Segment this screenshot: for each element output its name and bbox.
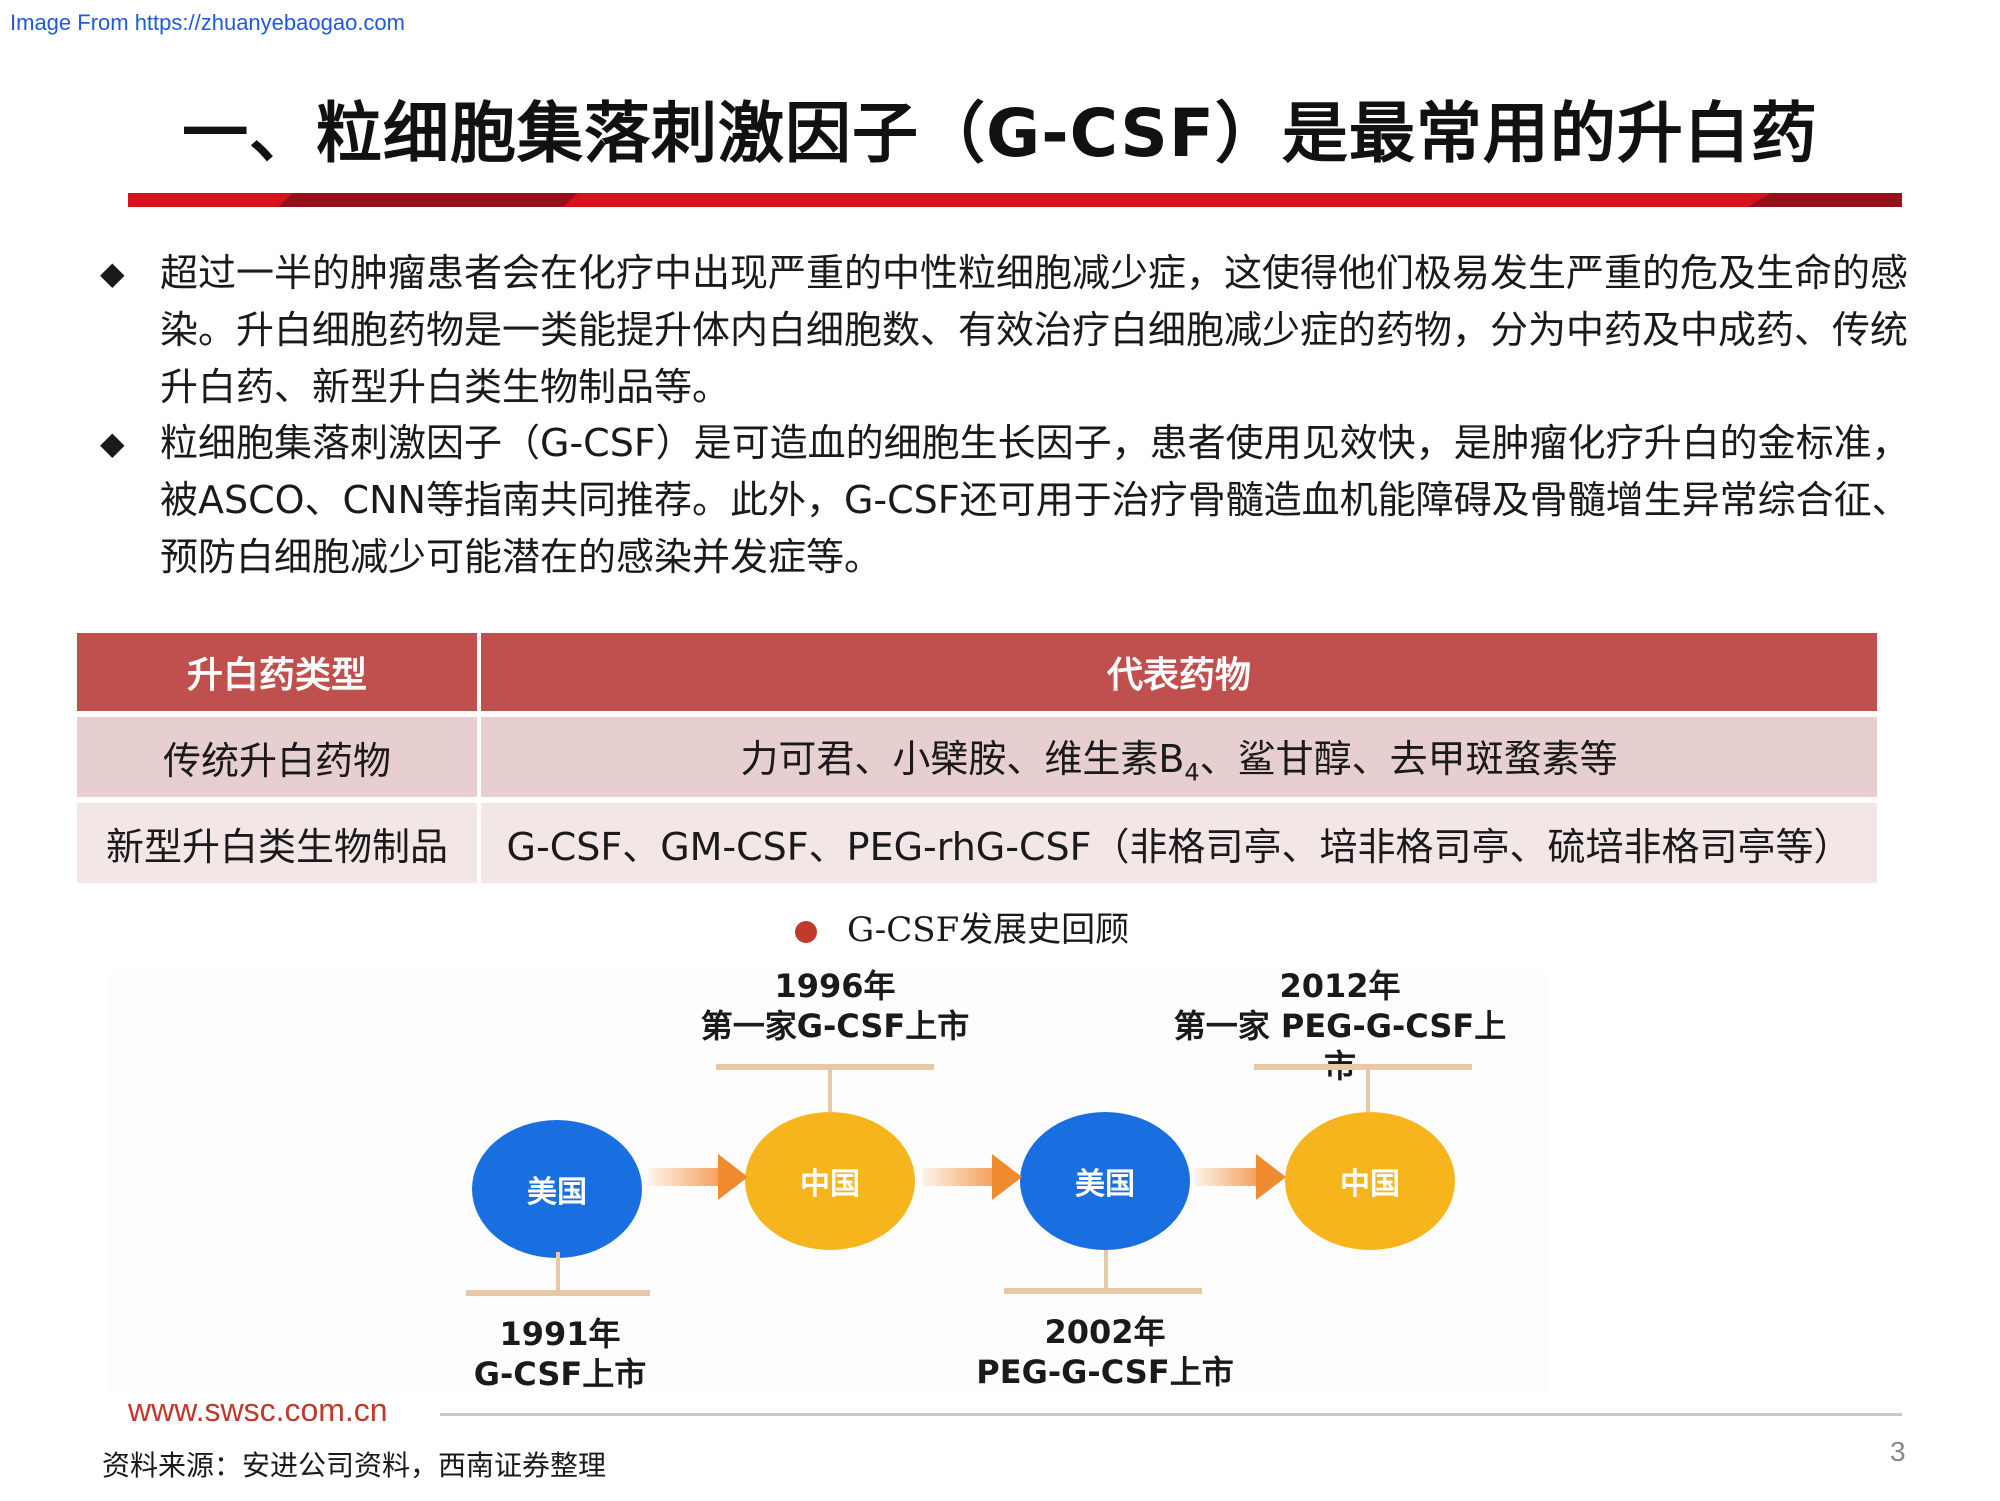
connector-line xyxy=(716,1064,934,1070)
drugs-text: 力可君、小檗胺、维生素B xyxy=(740,736,1185,781)
drug-type-table: 升白药类型 代表药物 传统升白药物 力可君、小檗胺、维生素B4、鲨甘醇、去甲斑蝥… xyxy=(77,633,1877,883)
node-china-1996: 中国 xyxy=(745,1112,915,1250)
page-number: 3 xyxy=(1890,1436,1906,1467)
connector-line xyxy=(1254,1064,1472,1070)
arrow-right-icon xyxy=(1194,1154,1286,1200)
timeline-title-text: G-CSF发展史回顾 xyxy=(847,910,1130,950)
node-usa-2002: 美国 xyxy=(1020,1112,1190,1250)
node-usa-1991: 美国 xyxy=(472,1120,642,1258)
source-link[interactable]: Image From https://zhuanyebaogao.com xyxy=(10,10,405,36)
table-header-row: 升白药类型 代表药物 xyxy=(77,633,1877,711)
event-desc: PEG-G-CSF上市 xyxy=(976,1353,1234,1391)
table-cell-drugs: G-CSF、GM-CSF、PEG-rhG-CSF（非格司亭、培非格司亭、硫培非格… xyxy=(481,797,1877,883)
page-title: 一、粒细胞集落刺激因子（G-CSF）是最常用的升白药 xyxy=(182,95,1818,172)
connector-line xyxy=(466,1290,650,1296)
table-cell-type: 新型升白类生物制品 xyxy=(77,797,481,883)
connector-line xyxy=(1004,1288,1202,1294)
table-header-type: 升白药类型 xyxy=(77,633,481,711)
table-header-drugs: 代表药物 xyxy=(481,633,1877,711)
table-row: 新型升白类生物制品 G-CSF、GM-CSF、PEG-rhG-CSF（非格司亭、… xyxy=(77,797,1877,883)
event-desc: G-CSF上市 xyxy=(473,1355,647,1393)
event-year: 1996年 xyxy=(774,967,896,1005)
diamond-bullet-icon: ◆ xyxy=(100,254,125,292)
drugs-text-continued: 、鲨甘醇、去甲斑蝥素等 xyxy=(1199,736,1618,781)
diamond-bullet-icon: ◆ xyxy=(100,424,125,462)
source-note: 资料来源：安进公司资料，西南证券整理 xyxy=(102,1449,607,1482)
event-label-1991: 1991年 G-CSF上市 xyxy=(440,1314,680,1394)
event-year: 1991年 xyxy=(499,1315,621,1353)
connector-line xyxy=(1104,1250,1108,1290)
bullet-text: 超过一半的肿瘤患者会在化疗中出现严重的中性粒细胞减少症，这使得他们极易发生严重的… xyxy=(160,251,1909,409)
title-underline-bar xyxy=(128,193,1902,207)
event-label-1996: 1996年 第一家G-CSF上市 xyxy=(700,966,970,1046)
connector-line xyxy=(1366,1064,1370,1112)
event-year: 2002年 xyxy=(1044,1313,1166,1351)
timeline-title: G-CSF发展史回顾 xyxy=(795,902,1129,951)
connector-line xyxy=(556,1252,560,1292)
bullet-text: 粒细胞集落刺激因子（G-CSF）是可造血的细胞生长因子，患者使用见效快，是肿瘤化… xyxy=(160,421,1910,579)
subscript: 4 xyxy=(1184,758,1200,787)
node-china-2012: 中国 xyxy=(1285,1112,1455,1250)
bullet-paragraph-1: ◆ 超过一半的肿瘤患者会在化疗中出现严重的中性粒细胞减少症，这使得他们极易发生严… xyxy=(100,245,1940,416)
footer-divider xyxy=(440,1413,1902,1416)
table-cell-drugs: 力可君、小檗胺、维生素B4、鲨甘醇、去甲斑蝥素等 xyxy=(481,711,1877,797)
red-dot-icon xyxy=(795,921,817,943)
event-year: 2012年 xyxy=(1279,967,1401,1005)
table-cell-type: 传统升白药物 xyxy=(77,711,481,797)
connector-line xyxy=(828,1064,832,1112)
event-desc: 第一家G-CSF上市 xyxy=(700,1007,970,1045)
arrow-right-icon xyxy=(922,1154,1022,1200)
table-row: 传统升白药物 力可君、小檗胺、维生素B4、鲨甘醇、去甲斑蝥素等 xyxy=(77,711,1877,797)
arrow-right-icon xyxy=(648,1154,748,1200)
bullet-paragraph-2: ◆ 粒细胞集落刺激因子（G-CSF）是可造血的细胞生长因子，患者使用见效快，是肿… xyxy=(100,415,1940,586)
event-label-2002: 2002年 PEG-G-CSF上市 xyxy=(960,1312,1250,1392)
footer-website[interactable]: www.swsc.com.cn xyxy=(128,1392,388,1429)
event-desc: 第一家 PEG-G-CSF上市 xyxy=(1173,1007,1507,1085)
